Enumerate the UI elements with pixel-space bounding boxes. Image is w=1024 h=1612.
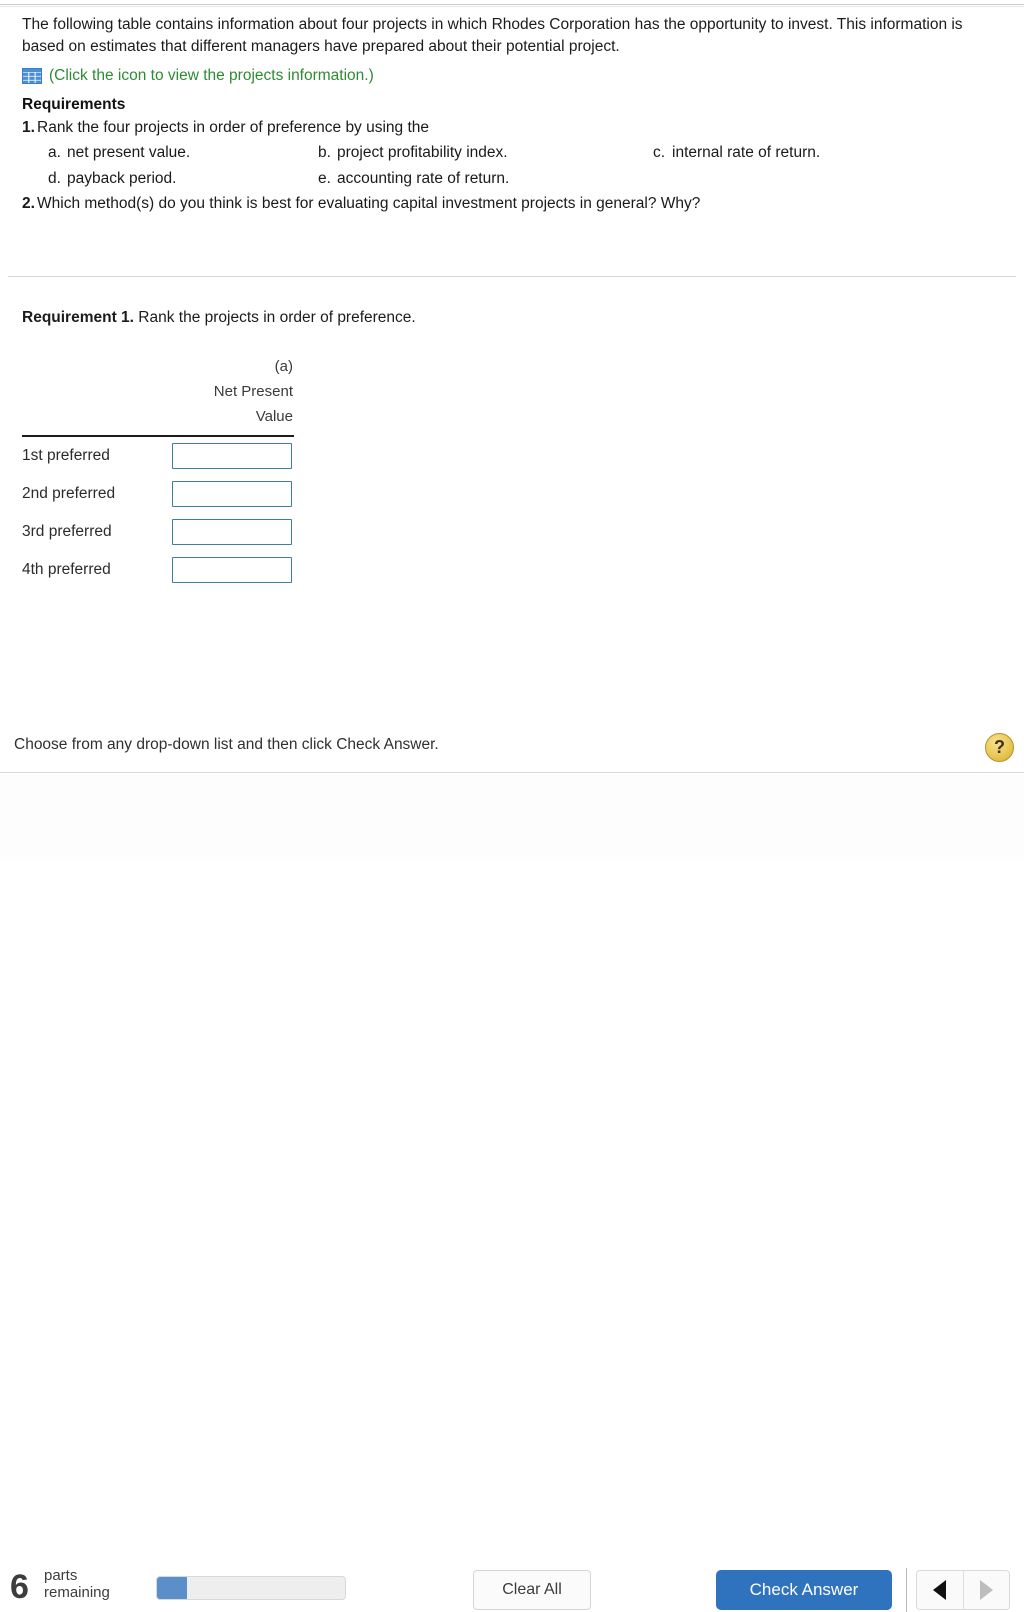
question-area: The following table contains information…: [0, 14, 1024, 214]
footer-divider: [0, 772, 1024, 773]
footer-bar: 6 parts remaining Clear All Check Answer: [0, 775, 1024, 1612]
subitem-e-letter: e.: [318, 170, 331, 187]
next-button[interactable]: [962, 1571, 1009, 1609]
row-label-4th: 4th preferred: [22, 561, 111, 578]
table-row: 2nd preferred: [22, 475, 294, 513]
subitem-a: a. net present value.: [48, 142, 190, 163]
subitem-b: b. project profitability index.: [318, 142, 508, 163]
help-icon[interactable]: ?: [985, 733, 1014, 762]
requirement-1-label: Requirement 1.: [22, 309, 134, 326]
top-divider: [0, 4, 1024, 5]
requirement-1-prompt: Requirement 1. Rank the projects in orde…: [22, 309, 416, 327]
parts-label-line2: remaining: [44, 1584, 110, 1601]
previous-button[interactable]: [917, 1571, 963, 1609]
subitem-c: c. internal rate of return.: [653, 142, 820, 163]
subitem-c-letter: c.: [653, 144, 666, 161]
requirement-item-2: 2. Which method(s) do you think is best …: [22, 193, 1024, 214]
requirement-2-number: 2.: [22, 195, 35, 212]
nav-separator: [906, 1568, 907, 1612]
subitem-e: e. accounting rate of return.: [318, 168, 509, 189]
row-label-1st: 1st preferred: [22, 447, 110, 464]
subitem-b-text: project profitability index.: [337, 144, 508, 161]
table-row: 3rd preferred: [22, 513, 294, 551]
top-divider-shadow: [0, 6, 1024, 7]
hint-text: Choose from any drop-down list and then …: [14, 736, 439, 753]
parts-label-line1: parts: [44, 1567, 78, 1584]
row-label-2nd: 2nd preferred: [22, 485, 116, 502]
answer-table: (a) Net Present Value 1st preferred 2nd …: [22, 354, 294, 589]
answer-input-2nd[interactable]: [172, 481, 292, 507]
parts-remaining-count: 6: [10, 1568, 29, 1606]
table-row: 4th preferred: [22, 551, 294, 589]
answer-input-3rd[interactable]: [172, 519, 292, 545]
check-answer-button[interactable]: Check Answer: [716, 1570, 892, 1610]
subitem-a-letter: a.: [48, 144, 61, 161]
answer-input-4th[interactable]: [172, 557, 292, 583]
subitem-d: d. payback period.: [48, 168, 176, 189]
requirement-subitems-row-2: d. payback period. e. accounting rate of r…: [22, 168, 1024, 190]
projects-info-link-row[interactable]: (Click the icon to view the projects inf…: [22, 65, 1024, 87]
nav-button-group: [916, 1570, 1010, 1610]
subitem-d-text: payback period.: [67, 170, 177, 187]
table-row: 1st preferred: [22, 437, 294, 475]
column-header-line1: Net Present: [213, 383, 293, 400]
requirements-heading: Requirements: [22, 96, 126, 113]
projects-info-link-label[interactable]: (Click the icon to view the projects inf…: [49, 67, 374, 85]
column-header-line2: Value: [255, 408, 293, 425]
section-divider: [8, 276, 1016, 277]
progress-bar-fill: [157, 1577, 188, 1599]
subitem-e-text: accounting rate of return.: [337, 170, 510, 187]
table-grid-icon[interactable]: [22, 68, 42, 84]
progress-bar: [156, 1576, 346, 1600]
chevron-left-icon: [933, 1580, 947, 1600]
row-label-3rd: 3rd preferred: [22, 523, 112, 540]
subitem-c-text: internal rate of return.: [672, 144, 821, 161]
requirement-1-text: Rank the four projects in order of prefe…: [37, 119, 430, 136]
requirement-1-prompt-text: Rank the projects in order of preference…: [138, 309, 416, 326]
parts-remaining-label: parts remaining: [44, 1567, 110, 1601]
column-header-tag: (a): [274, 358, 293, 375]
clear-all-button[interactable]: Clear All: [473, 1570, 591, 1610]
subitem-d-letter: d.: [48, 170, 61, 187]
requirement-item-1: 1. Rank the four projects in order of pr…: [22, 117, 1024, 138]
subitem-b-letter: b.: [318, 144, 331, 161]
requirement-subitems-row-1: a. net present value. b. project profitabi…: [22, 142, 1024, 164]
subitem-a-text: net present value.: [67, 144, 191, 161]
answer-input-1st[interactable]: [172, 443, 292, 469]
question-intro-text: The following table contains information…: [22, 16, 963, 55]
requirement-2-text: Which method(s) do you think is best for…: [37, 195, 701, 212]
chevron-right-icon: [979, 1580, 993, 1600]
requirement-1-number: 1.: [22, 119, 35, 136]
